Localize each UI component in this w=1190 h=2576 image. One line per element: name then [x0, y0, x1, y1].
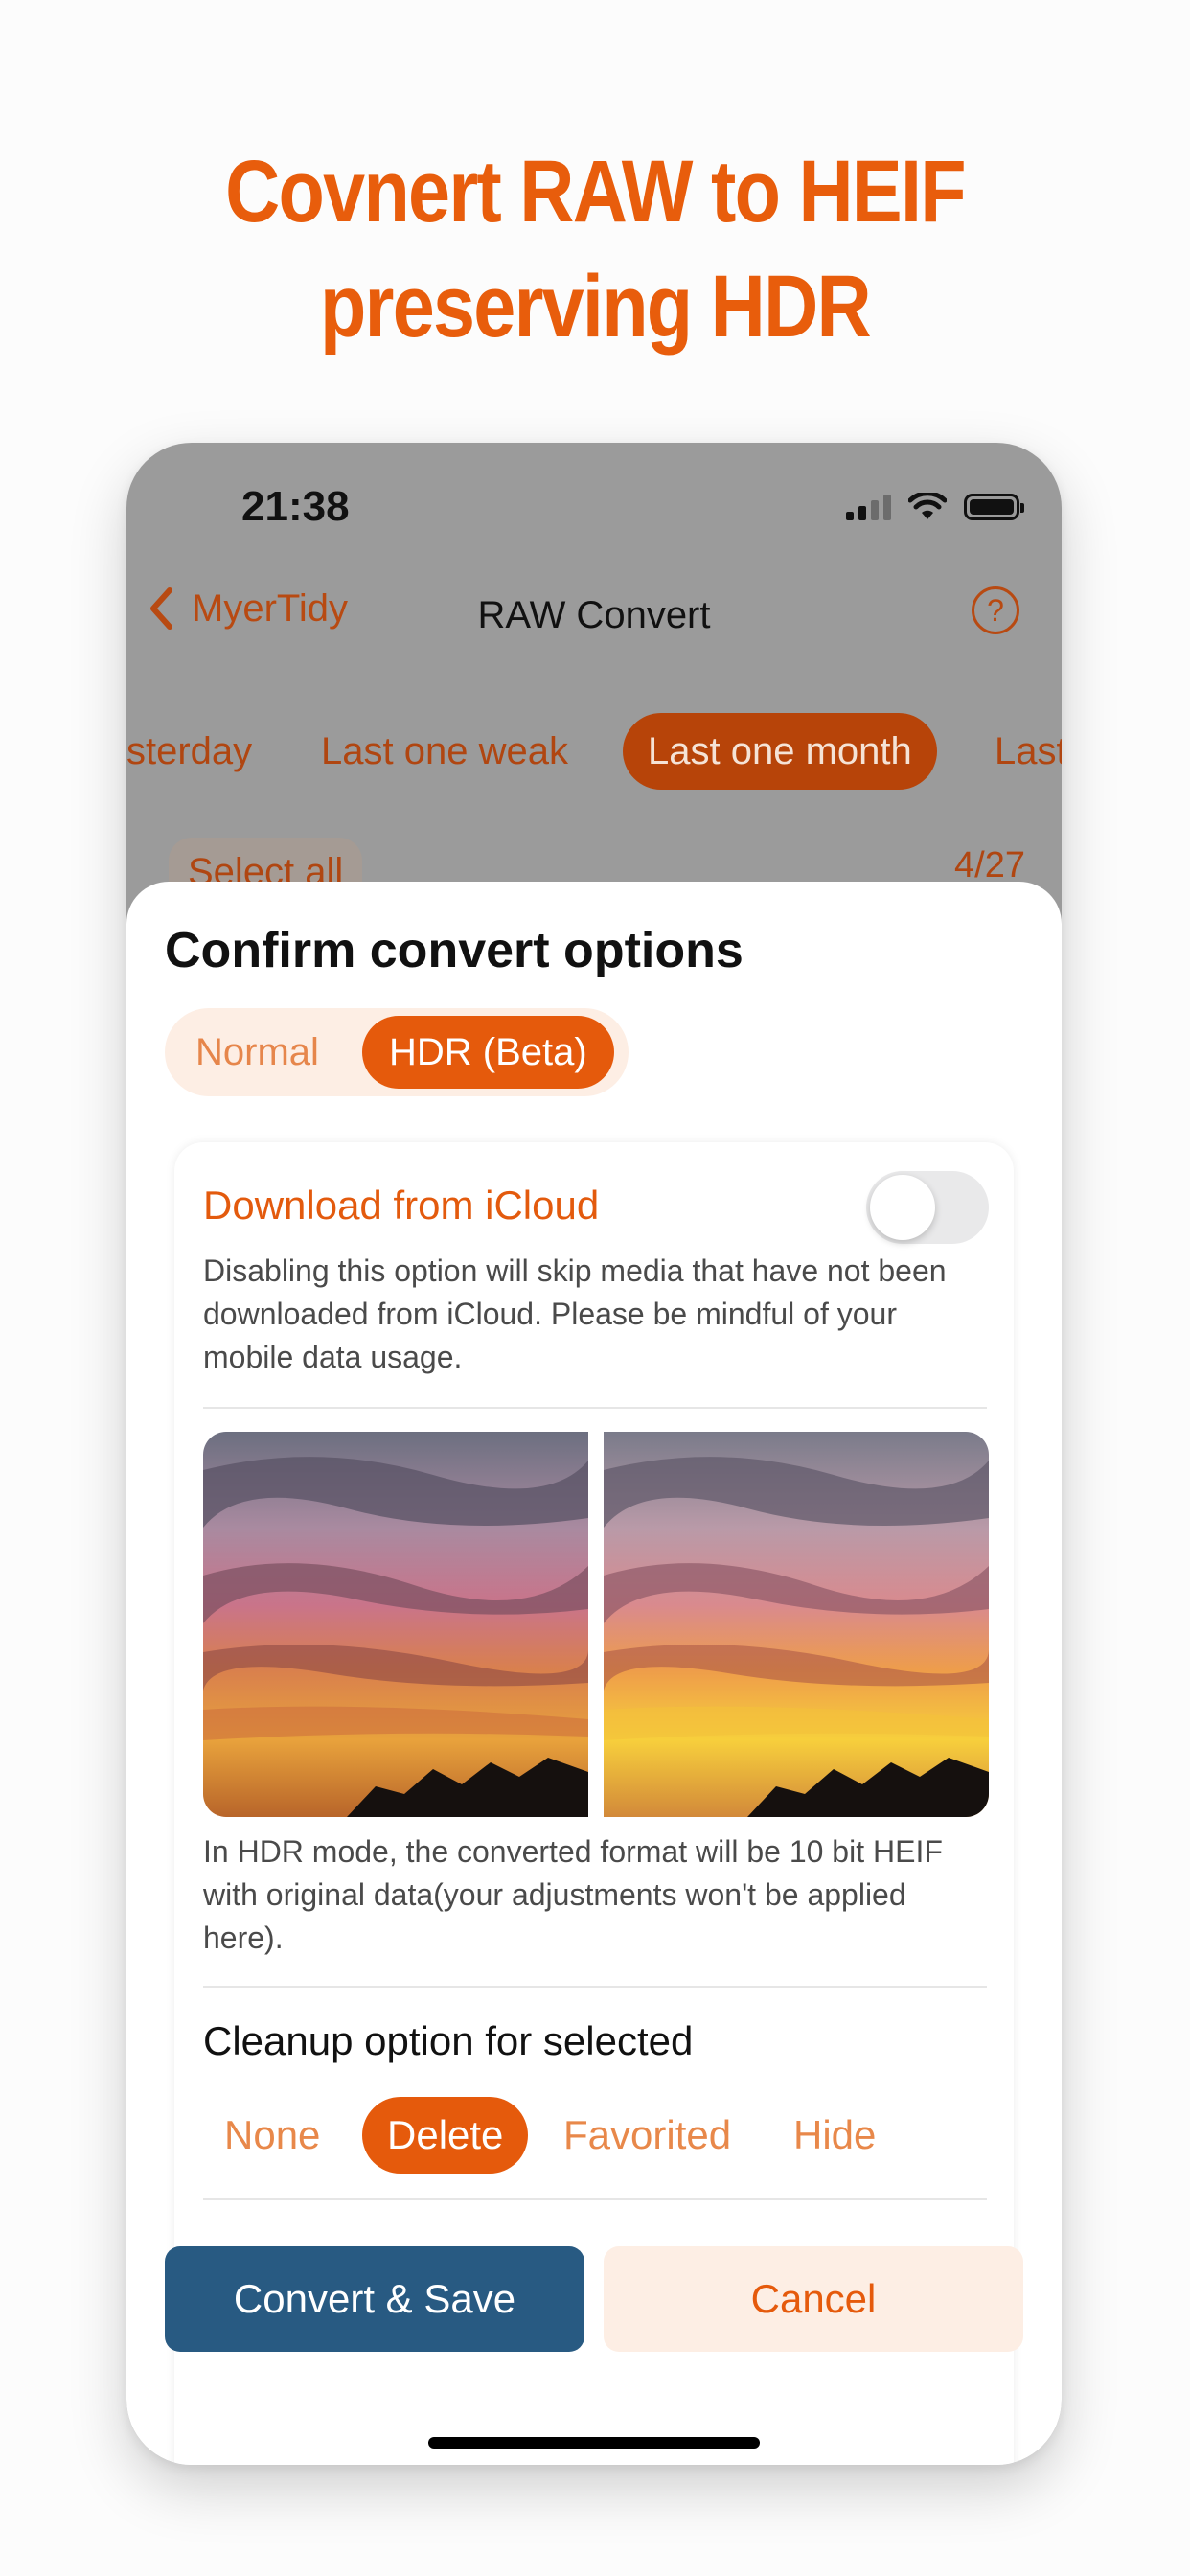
divider	[203, 1986, 987, 1988]
filter-last-one-weak[interactable]: Last one weak	[321, 713, 568, 790]
nav-title: RAW Convert	[477, 594, 711, 636]
divider	[203, 2198, 987, 2200]
icloud-download-toggle[interactable]	[866, 1171, 989, 1244]
mode-hdr-beta[interactable]: HDR (Beta)	[362, 1016, 614, 1089]
status-icons	[846, 493, 1024, 521]
sheet-title: Confirm convert options	[165, 923, 744, 978]
mode-normal[interactable]: Normal	[195, 1008, 319, 1096]
cleanup-option-none[interactable]: None	[199, 2097, 345, 2174]
selection-count: 4/27	[954, 845, 1025, 886]
action-buttons: Convert & Save Cancel	[165, 2246, 1023, 2352]
filter-last-one-month[interactable]: Last one month	[623, 713, 937, 790]
convert-options-sheet: Confirm convert options Normal HDR (Beta…	[126, 882, 1062, 2465]
nav-bar: MyerTidy RAW Convert ?	[126, 586, 1062, 654]
cleanup-option-hide[interactable]: Hide	[768, 2097, 901, 2174]
home-indicator	[428, 2437, 760, 2449]
cellular-signal-icon	[846, 494, 891, 520]
status-time: 21:38	[241, 483, 350, 530]
headline-line-2: preserving HDR	[320, 258, 872, 356]
cancel-button[interactable]: Cancel	[604, 2246, 1023, 2352]
phone-frame: 21:38 MyerTidy RAW Convert ? sterday Las…	[126, 443, 1062, 2465]
filter-yesterday[interactable]: sterday	[126, 713, 252, 790]
battery-icon	[964, 494, 1024, 520]
filter-last[interactable]: Last	[995, 713, 1062, 790]
date-filter-bar: sterday Last one weak Last one month Las…	[126, 713, 1062, 790]
divider	[203, 1407, 987, 1409]
help-icon[interactable]: ?	[972, 586, 1019, 634]
cleanup-option-delete[interactable]: Delete	[362, 2097, 529, 2174]
preview-image-normal	[203, 1432, 588, 1817]
mode-segmented-control: Normal HDR (Beta)	[165, 1008, 629, 1096]
hdr-note: In HDR mode, the converted format will b…	[203, 1834, 943, 1955]
wifi-icon	[908, 493, 947, 519]
convert-save-button[interactable]: Convert & Save	[165, 2246, 584, 2352]
headline-line-1: Covnert RAW to HEIF	[225, 143, 966, 241]
preview-image-hdr	[604, 1432, 989, 1817]
icloud-description: Disabling this option will skip media th…	[203, 1254, 947, 1374]
cleanup-option-favorited[interactable]: Favorited	[538, 2097, 756, 2174]
cleanup-title: Cleanup option for selected	[203, 2018, 694, 2063]
icloud-download-label: Download from iCloud	[203, 1183, 600, 1228]
headline: Covnert RAW to HEIF preserving HDR	[83, 134, 1107, 364]
toggle-knob	[870, 1175, 935, 1240]
